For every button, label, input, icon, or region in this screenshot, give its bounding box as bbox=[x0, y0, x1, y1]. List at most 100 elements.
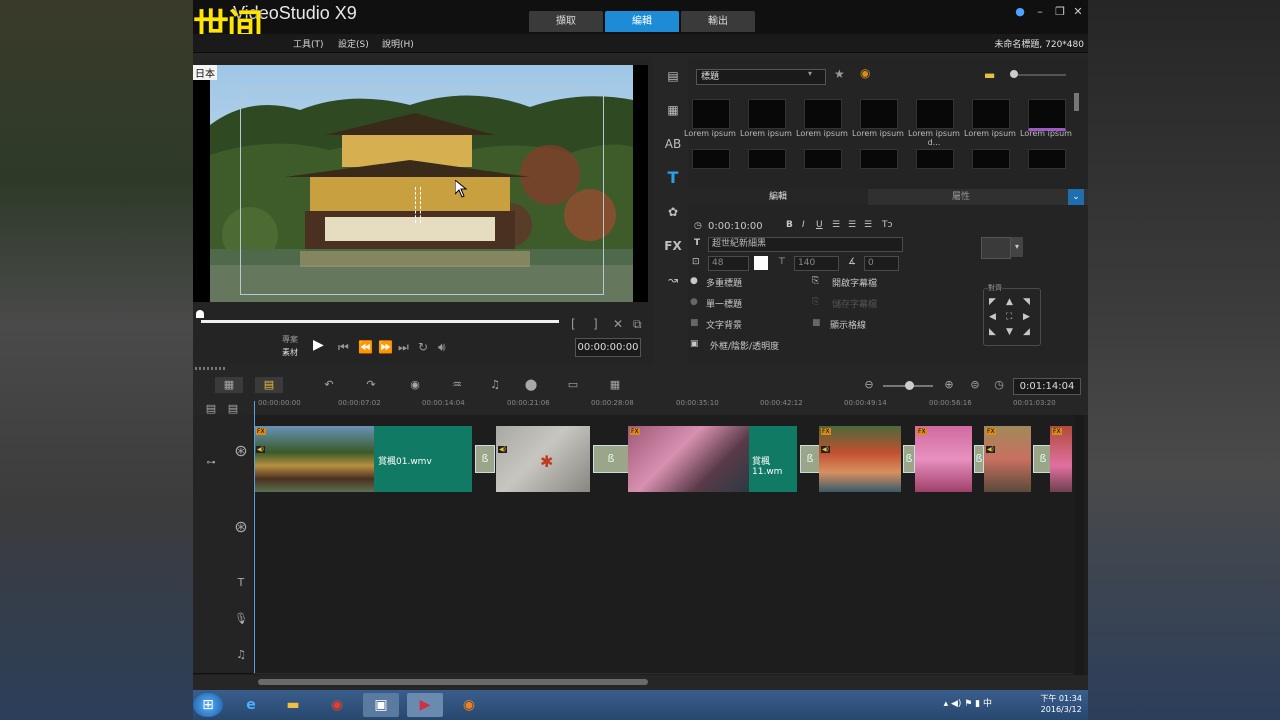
playhead[interactable] bbox=[254, 401, 255, 673]
title-template-2[interactable] bbox=[748, 99, 786, 129]
title-template-4[interactable] bbox=[860, 99, 898, 129]
save-subtitle-icon[interactable]: ⎘ bbox=[812, 297, 819, 307]
align-right-icon[interactable]: ☰ bbox=[864, 220, 872, 230]
remote-desktop-icon[interactable]: ▣ bbox=[363, 693, 399, 717]
transition-clip[interactable]: ß bbox=[903, 445, 915, 473]
title-template-14[interactable] bbox=[1028, 149, 1066, 169]
chevron-down-icon[interactable]: ▾ bbox=[1011, 237, 1023, 257]
volume-icon[interactable]: 🔊︎ bbox=[438, 340, 446, 355]
title-template-7[interactable] bbox=[1028, 99, 1066, 131]
scrub-bar[interactable] bbox=[201, 320, 559, 323]
auto-music-icon[interactable]: ♫ bbox=[481, 377, 509, 393]
next-frame-button[interactable]: ⏩ bbox=[378, 340, 393, 354]
thumb-size-slider[interactable] bbox=[1010, 74, 1066, 76]
video-clip[interactable]: FX bbox=[1050, 426, 1072, 492]
tab-capture[interactable]: 擷取 bbox=[529, 11, 603, 32]
minimize-button[interactable]: – bbox=[1033, 5, 1047, 19]
fx-icon[interactable]: FX bbox=[662, 235, 684, 257]
sound-mixer-icon[interactable]: ♒ bbox=[443, 377, 471, 393]
align-left-pos-icon[interactable]: ◀ bbox=[989, 312, 996, 322]
graphic-icon[interactable]: ✿ bbox=[662, 201, 684, 223]
title-clip[interactable]: 賞楓01.wmv bbox=[374, 426, 472, 492]
zoom-in-icon[interactable]: ⊕ bbox=[935, 377, 963, 393]
folder-icon[interactable]: ▬ bbox=[275, 693, 311, 717]
tab-edit[interactable]: 編輯 bbox=[605, 11, 679, 32]
mode-project[interactable]: 專案 bbox=[282, 334, 298, 345]
align-center-pos-icon[interactable]: ⛶ bbox=[1006, 312, 1012, 322]
thumb-size-handle[interactable] bbox=[1010, 70, 1018, 78]
storyboard-view-button[interactable]: ▦ bbox=[215, 377, 243, 393]
title-track[interactable] bbox=[253, 565, 1073, 602]
zoom-handle[interactable] bbox=[905, 381, 914, 390]
prev-frame-button[interactable]: ⏪ bbox=[358, 340, 373, 354]
bold-button[interactable]: B bbox=[786, 220, 793, 230]
video-clip[interactable]: FX ◀) bbox=[254, 426, 374, 492]
tab-share[interactable]: 輸出 bbox=[681, 11, 755, 32]
timeline-view-button[interactable]: ▤ bbox=[255, 377, 283, 393]
timeline-horizontal-scrollbar[interactable] bbox=[258, 679, 648, 685]
multi-trim-icon[interactable]: ▦ bbox=[601, 377, 629, 393]
transition-clip[interactable]: ß bbox=[593, 445, 629, 473]
border-shadow-icon[interactable]: ▣ bbox=[690, 339, 699, 349]
color-picker-box[interactable] bbox=[981, 237, 1011, 259]
video-clip[interactable]: ◀) ✱ bbox=[496, 426, 590, 492]
voice-track[interactable] bbox=[253, 601, 1073, 638]
title-template-13[interactable] bbox=[972, 149, 1010, 169]
title-template-5[interactable] bbox=[916, 99, 954, 129]
mark-in-icon[interactable]: [ bbox=[571, 317, 576, 331]
transition-clip[interactable]: ß bbox=[974, 445, 984, 473]
preview-timecode[interactable]: 00:00:00:00 bbox=[575, 338, 641, 357]
preview-screen[interactable] bbox=[193, 65, 648, 302]
video-clip[interactable]: FX bbox=[628, 426, 749, 492]
title-template-10[interactable] bbox=[804, 149, 842, 169]
title-template-12[interactable] bbox=[916, 149, 954, 169]
title-template-1[interactable] bbox=[692, 99, 730, 129]
underline-button[interactable]: U bbox=[816, 220, 823, 230]
menu-settings[interactable]: 設定(S) bbox=[338, 37, 369, 50]
firefox-icon[interactable]: ◉ bbox=[451, 693, 487, 717]
show-grid-checkbox[interactable]: ■ bbox=[812, 318, 821, 328]
tab-edit-options[interactable]: 編輯 bbox=[688, 189, 868, 205]
instant-project-icon[interactable]: ▦ bbox=[662, 99, 684, 121]
repeat-icon[interactable]: ↻ bbox=[418, 340, 428, 354]
text-direction-icon[interactable]: Tↄ bbox=[882, 220, 892, 230]
video-clip[interactable]: FX ◀) bbox=[819, 426, 901, 492]
timeline-ruler[interactable]: 00:00:00:00 00:00:07:02 00:00:14:04 00:0… bbox=[253, 397, 1073, 416]
scrub-handle[interactable] bbox=[196, 310, 204, 318]
title-template-6[interactable] bbox=[972, 99, 1010, 129]
video-track[interactable]: FX ◀) 賞楓01.wmv ß ◀) ✱ ß FX 賞楓11.wm ß FX ◀) … bbox=[253, 415, 1073, 496]
duration-field[interactable]: 0:00:10:00 bbox=[708, 221, 763, 232]
title-icon[interactable]: T bbox=[662, 167, 684, 189]
align-right-pos-icon[interactable]: ▶ bbox=[1023, 312, 1030, 322]
overlay-track[interactable] bbox=[253, 495, 1073, 566]
start-button[interactable]: ⊞ bbox=[193, 693, 223, 717]
border-shadow-label[interactable]: 外框/陰影/透明度 bbox=[710, 339, 779, 352]
italic-button[interactable]: I bbox=[802, 220, 805, 230]
globe-icon[interactable]: ● bbox=[1013, 5, 1027, 19]
timeline-vertical-scrollbar[interactable] bbox=[1074, 415, 1084, 675]
align-top-icon[interactable]: ▲ bbox=[1006, 297, 1013, 307]
close-button[interactable]: ✕ bbox=[1071, 5, 1085, 19]
angle-field[interactable]: 0 bbox=[864, 256, 899, 271]
panel-grip[interactable] bbox=[195, 367, 225, 370]
mark-out-icon[interactable]: ] bbox=[593, 317, 598, 331]
line-spacing-field[interactable]: 140 bbox=[794, 256, 839, 271]
save-subtitle-label[interactable]: 儲存字幕檔 bbox=[832, 297, 877, 310]
enlarge-icon[interactable]: ⧉ bbox=[633, 317, 642, 332]
title-template-3[interactable] bbox=[804, 99, 842, 129]
motion-track-icon[interactable]: ⬤ bbox=[517, 377, 545, 393]
tray-icons[interactable]: ▴ ◀) ⚑ ▮ 中 bbox=[944, 699, 992, 710]
videostudio-taskbar-icon[interactable]: ▶ bbox=[407, 693, 443, 717]
font-dropdown[interactable]: 超世紀新細黑 bbox=[708, 237, 903, 252]
redo-icon[interactable]: ↷ bbox=[357, 377, 385, 393]
project-duration[interactable]: 0:01:14:04 bbox=[1013, 378, 1081, 395]
menu-tools[interactable]: 工具(T) bbox=[293, 37, 324, 50]
video-clip[interactable]: FX bbox=[915, 426, 972, 492]
zoom-out-icon[interactable]: ⊖ bbox=[855, 377, 883, 393]
library-scrollbar[interactable] bbox=[1074, 93, 1079, 111]
align-top-left-icon[interactable]: ◤ bbox=[989, 297, 996, 307]
align-left-icon[interactable]: ☰ bbox=[832, 220, 840, 230]
transition-clip[interactable]: ß bbox=[475, 445, 495, 473]
media-icon[interactable]: ▤ bbox=[662, 65, 684, 87]
transition-clip[interactable]: ß bbox=[800, 445, 820, 473]
